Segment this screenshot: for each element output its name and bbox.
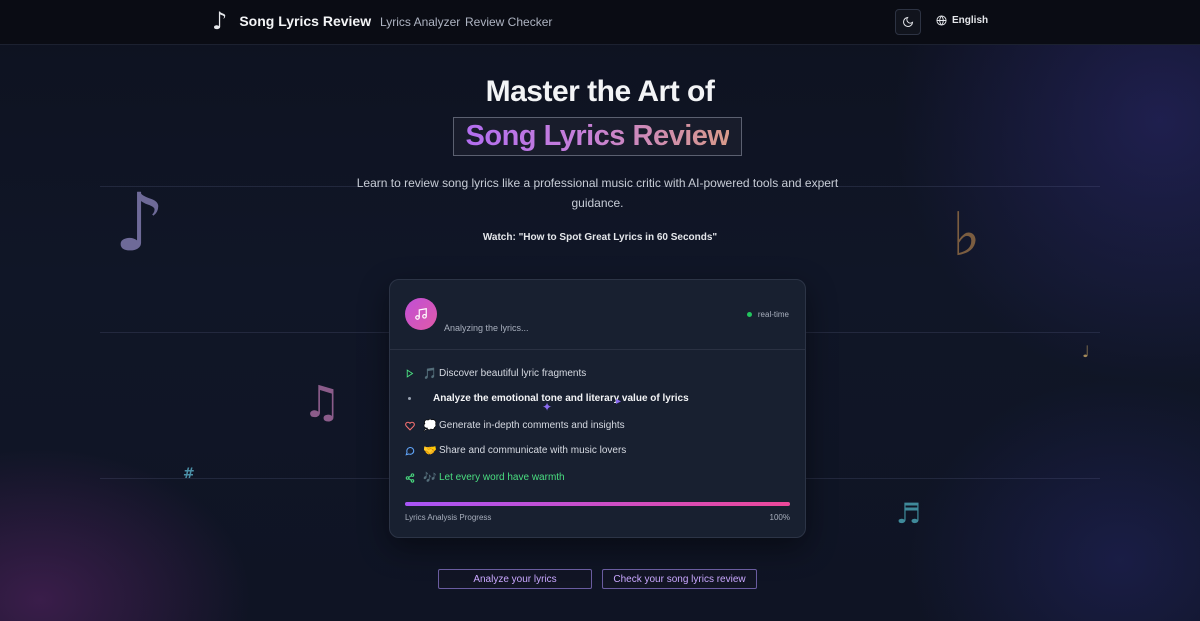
play-icon bbox=[405, 369, 423, 378]
theme-toggle-button[interactable] bbox=[895, 9, 921, 35]
globe-icon bbox=[936, 15, 947, 26]
feature-item: 🎶 Let every word have warmth bbox=[405, 471, 565, 484]
moon-icon bbox=[903, 16, 914, 27]
handshake-emoji-icon: 🤝 bbox=[423, 444, 437, 457]
music-emoji-icon: 🎵 bbox=[423, 367, 437, 380]
analysis-status: Analyzing the lyrics... bbox=[444, 323, 529, 333]
feature-item: 🎵 Discover beautiful lyric fragments bbox=[405, 367, 586, 380]
analyze-lyrics-button[interactable]: Analyze your lyrics bbox=[438, 569, 592, 589]
hero-description: Learn to review song lyrics like a profe… bbox=[356, 176, 839, 210]
progress-label: Lyrics Analysis Progress bbox=[405, 513, 492, 522]
feature-item: 💭 Generate in-depth comments and insight… bbox=[405, 419, 625, 432]
nav-link-lyrics-analyzer[interactable]: Lyrics Analyzer bbox=[380, 15, 460, 29]
analysis-card: Analyzing the lyrics... real-time 🎵 Disc… bbox=[389, 279, 806, 538]
quarter-note-decor: ♩ bbox=[1082, 342, 1090, 361]
brand[interactable]: ♪ Song Lyrics Review bbox=[212, 9, 371, 33]
hero-title: Master the Art of bbox=[485, 75, 715, 108]
share-icon bbox=[405, 472, 423, 483]
progress-fill bbox=[405, 502, 790, 506]
progress-percent: 100% bbox=[769, 513, 790, 522]
beamed-notes-decor: ♫ bbox=[302, 377, 342, 428]
feature-item: 🤝 Share and communicate with music lover… bbox=[405, 444, 626, 457]
feature-text: Analyze the emotional tone and literary … bbox=[433, 393, 689, 404]
card-header: Analyzing the lyrics... real-time bbox=[390, 280, 805, 350]
realtime-label: real-time bbox=[757, 310, 789, 319]
hero-highlight-box: Song Lyrics Review bbox=[453, 117, 742, 156]
sixteenth-notes-decor: ♬ bbox=[896, 497, 922, 530]
music-note-decor: ♪ bbox=[114, 176, 166, 269]
music-icon bbox=[405, 298, 437, 330]
nav-link-review-checker[interactable]: Review Checker bbox=[465, 15, 552, 29]
language-label: English bbox=[952, 15, 989, 26]
heart-icon bbox=[405, 421, 423, 431]
top-nav: ♪ Song Lyrics Review Lyrics Analyzer Rev… bbox=[0, 0, 1200, 45]
language-selector[interactable]: English bbox=[936, 15, 988, 26]
progress-bar bbox=[405, 502, 790, 506]
feature-text: Let every word have warmth bbox=[439, 472, 565, 483]
live-dot bbox=[746, 312, 752, 317]
notes-emoji-icon: 🎶 bbox=[423, 471, 437, 484]
bullet-icon bbox=[405, 397, 423, 400]
realtime-indicator: real-time bbox=[746, 310, 789, 319]
sparkle-icon: ✦ bbox=[542, 400, 553, 414]
sharp-symbol-decor: # bbox=[183, 466, 195, 482]
music-note-icon: ♪ bbox=[212, 7, 228, 35]
thought-emoji-icon: 💭 bbox=[423, 419, 437, 432]
play-sparkle-icon: ▸ bbox=[616, 396, 622, 407]
hero-highlight-text: Song Lyrics Review bbox=[465, 120, 730, 152]
check-review-button[interactable]: Check your song lyrics review bbox=[602, 569, 757, 589]
brand-title: Song Lyrics Review bbox=[239, 13, 372, 29]
message-icon bbox=[405, 446, 423, 456]
feature-text: Discover beautiful lyric fragments bbox=[439, 368, 587, 379]
watch-video-link[interactable]: Watch: "How to Spot Great Lyrics in 60 S… bbox=[0, 232, 1200, 243]
feature-text: Generate in-depth comments and insights bbox=[439, 420, 625, 431]
feature-text: Share and communicate with music lovers bbox=[439, 445, 627, 456]
